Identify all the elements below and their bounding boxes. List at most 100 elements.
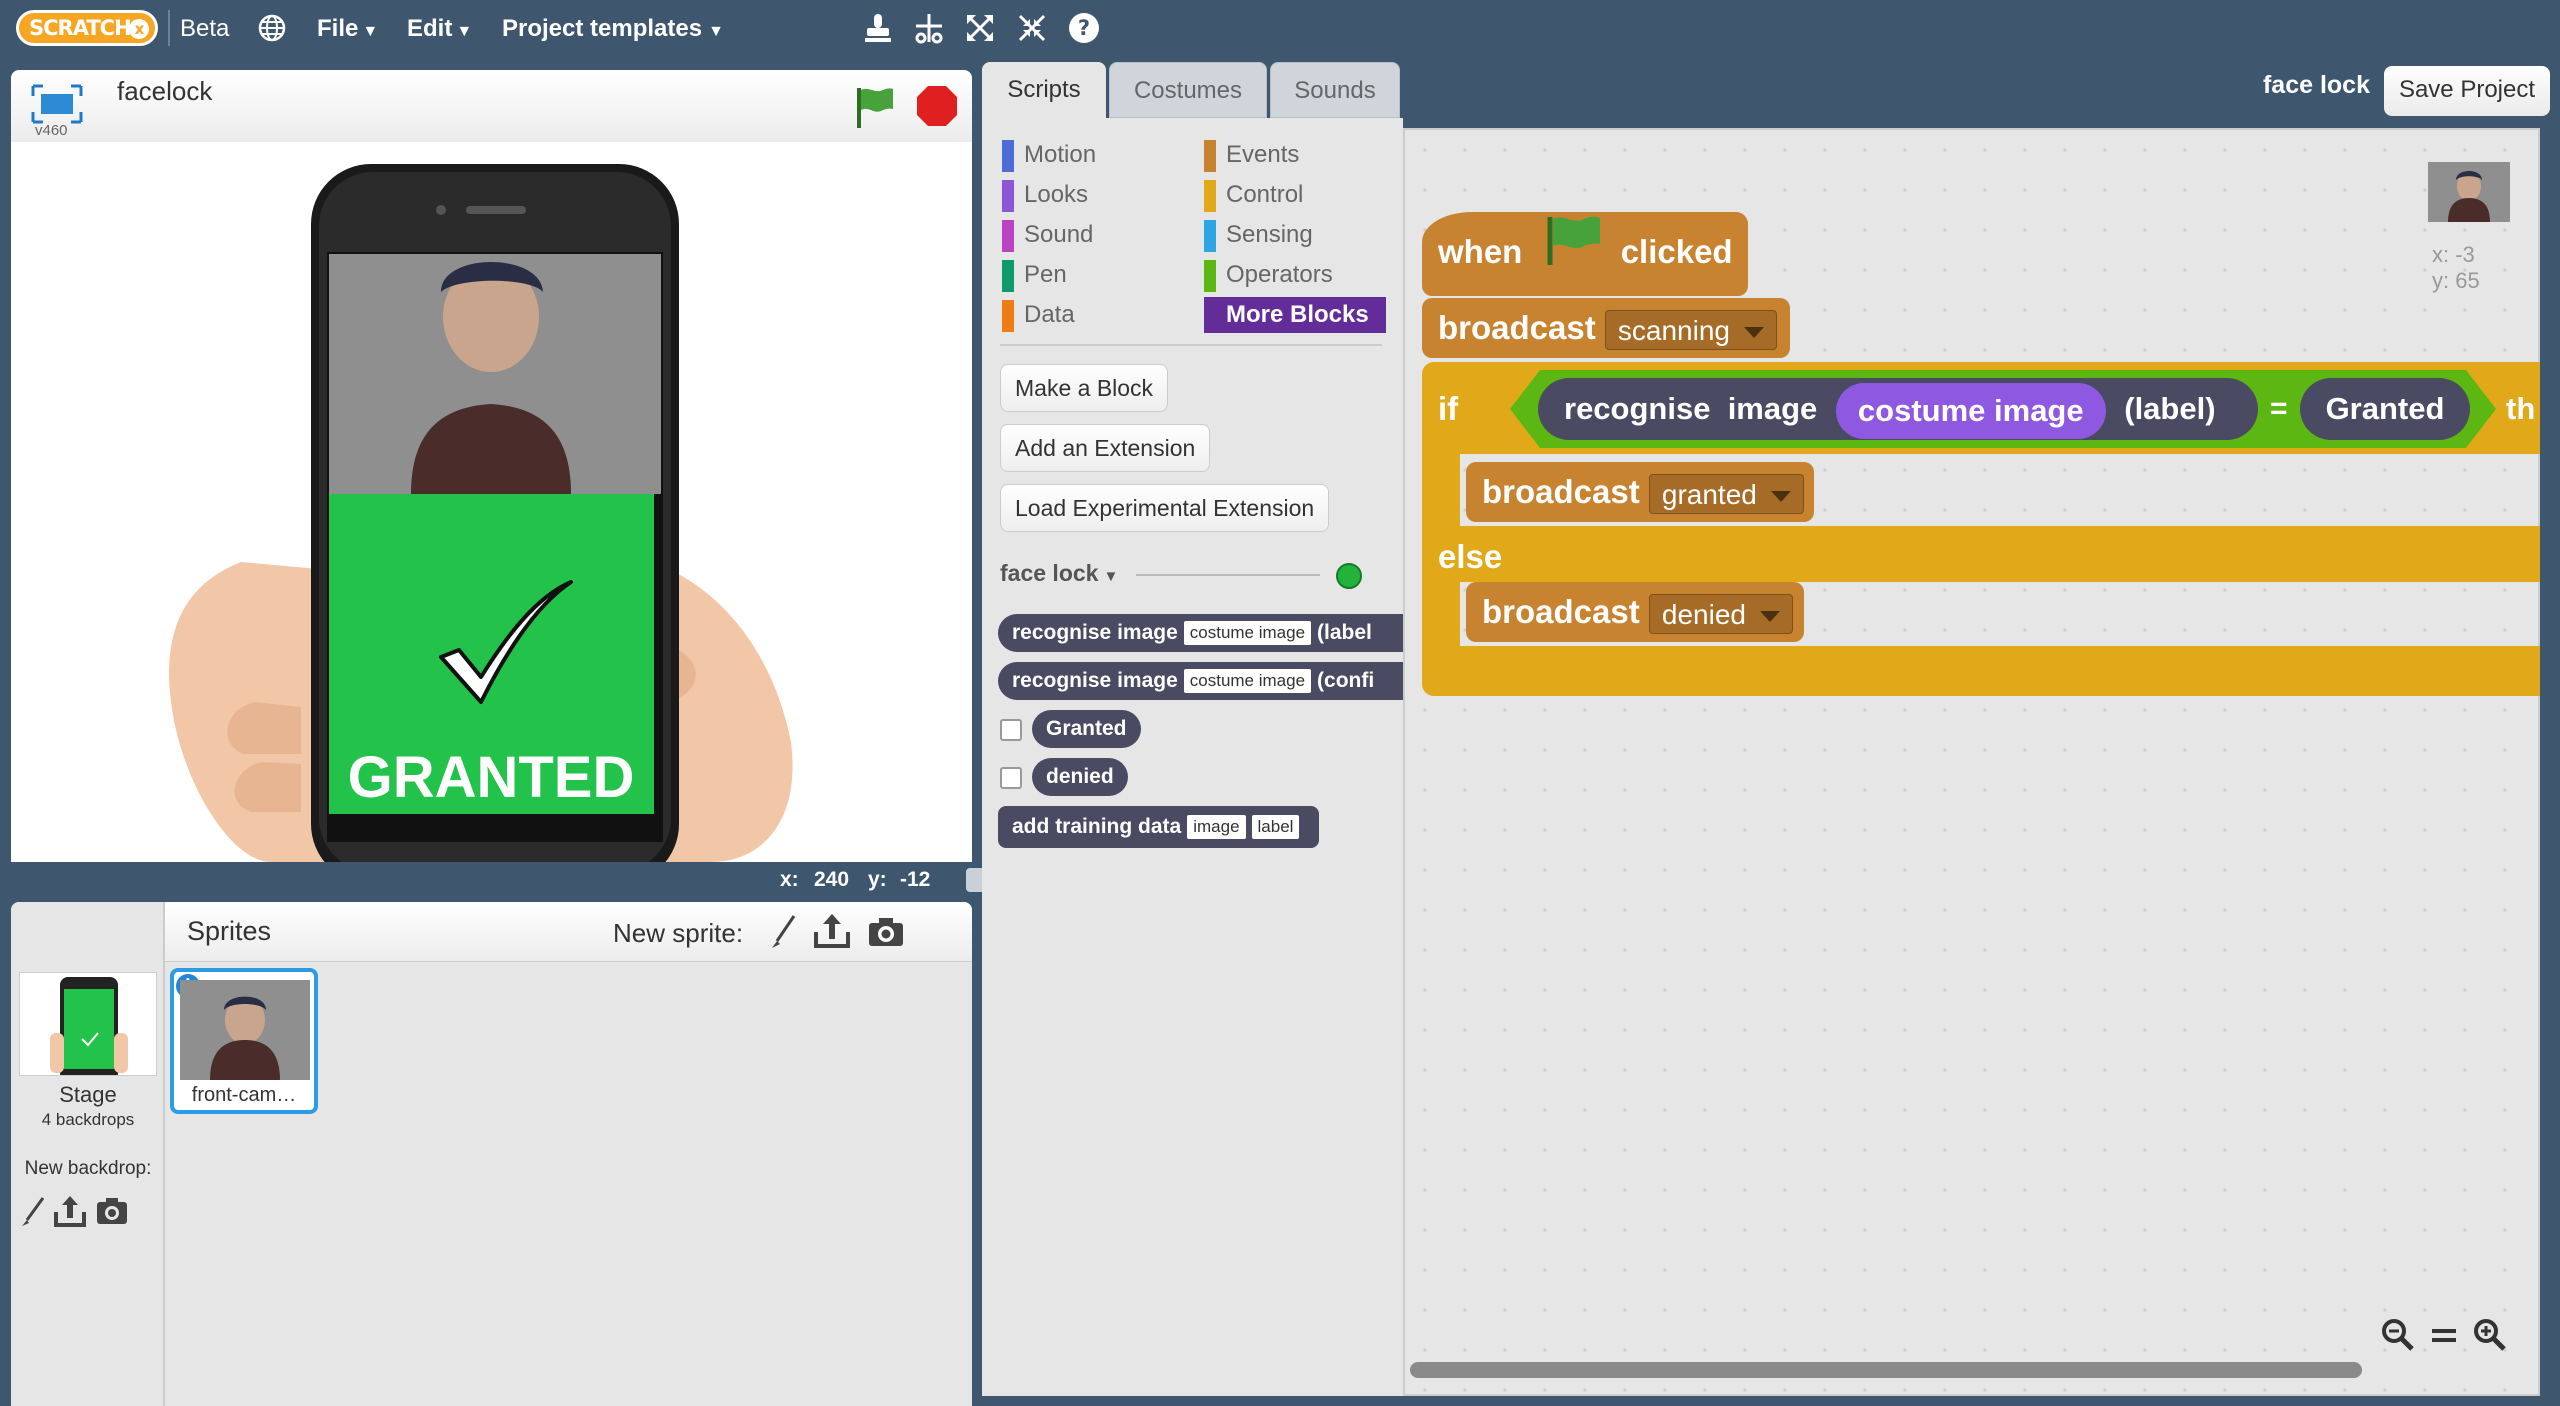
sprite-thumbnail <box>180 980 310 1080</box>
current-sprite-thumbnail <box>2428 162 2510 222</box>
presentation-mode-icon[interactable] <box>31 84 83 124</box>
stage-canvas[interactable]: GRANTED <box>11 142 972 862</box>
looks-color-bar <box>1002 180 1014 212</box>
tab-costumes[interactable]: Costumes <box>1109 62 1267 118</box>
category-sound[interactable]: Sound <box>1002 217 1093 253</box>
palette-granted-reporter[interactable]: Granted <box>1032 710 1141 748</box>
stop-sign-icon[interactable] <box>915 84 959 128</box>
training-label-slot[interactable]: label <box>1251 815 1300 840</box>
scratchx-logo[interactable]: SCRATCH x <box>16 10 158 46</box>
stage-collapse-handle[interactable] <box>966 868 982 892</box>
if-else-block-else-row[interactable] <box>1422 526 2540 582</box>
sound-color-bar <box>1002 220 1014 252</box>
camera-sprite-icon[interactable] <box>867 916 905 948</box>
zoom-in-icon[interactable] <box>2470 1318 2510 1358</box>
sensing-color-bar <box>1204 220 1216 252</box>
if-else-block-arm-2 <box>1422 582 1460 650</box>
palette-add-training-data-block[interactable]: add training data image label <box>998 806 1320 848</box>
file-menu[interactable]: File ▼ <box>317 0 378 57</box>
if-keyword: if <box>1438 390 1459 427</box>
zoom-out-icon[interactable] <box>2378 1318 2418 1358</box>
phone-in-hand-image: GRANTED <box>169 164 793 862</box>
grow-icon[interactable] <box>960 0 1000 57</box>
project-templates-menu[interactable]: Project templates ▼ <box>502 0 724 57</box>
mouse-y-value: -12 <box>900 868 931 891</box>
costume-image-slot[interactable]: costume image <box>1183 621 1312 646</box>
beta-label: Beta <box>180 15 230 42</box>
palette-denied-reporter[interactable]: denied <box>1032 758 1128 796</box>
extension-divider <box>1136 574 1320 576</box>
category-more-blocks[interactable]: More Blocks <box>1204 297 1386 333</box>
hat-green-flag-icon <box>1542 213 1602 296</box>
project-title: facelock <box>117 76 213 106</box>
shrink-icon[interactable] <box>1012 0 1052 57</box>
camera-backdrop-icon[interactable] <box>95 1196 129 1226</box>
globe-icon[interactable] <box>252 0 292 57</box>
costume-image-slot-2[interactable]: costume image <box>1183 669 1312 694</box>
message-dropdown-scanning[interactable]: scanning <box>1604 310 1777 351</box>
category-sensing[interactable]: Sensing <box>1204 217 1313 253</box>
green-flag-icon[interactable] <box>851 84 897 130</box>
edit-menu-caret-icon: ▼ <box>456 23 473 40</box>
cut-scissors-icon[interactable] <box>909 0 949 57</box>
training-image-slot[interactable]: image <box>1187 815 1246 840</box>
palette-divider <box>1000 344 1382 346</box>
data-color-bar <box>1002 300 1014 332</box>
scripts-horizontal-scrollbar[interactable] <box>1410 1362 2362 1378</box>
category-data[interactable]: Data <box>1002 297 1075 333</box>
extension-status-indicator <box>1336 563 1362 589</box>
upload-sprite-icon[interactable] <box>813 912 851 950</box>
stage-backdrop-count: 4 backdrops <box>41 1110 135 1129</box>
upload-backdrop-icon[interactable] <box>53 1194 87 1228</box>
extension-name-dropdown[interactable]: face lock ▼ <box>1000 560 1118 587</box>
category-operators[interactable]: Operators <box>1204 257 1333 293</box>
tab-sounds[interactable]: Sounds <box>1270 62 1400 118</box>
edit-menu[interactable]: Edit ▼ <box>407 0 472 57</box>
save-project-button[interactable]: Save Project <box>2384 66 2550 116</box>
category-events[interactable]: Events <box>1204 137 1299 173</box>
stage-column: Stage 4 backdrops New backdrop: <box>11 902 165 1406</box>
load-experimental-extension-button[interactable]: Load Experimental Extension <box>1000 484 1330 532</box>
category-control[interactable]: Control <box>1204 177 1303 213</box>
sprite-y-position: y: 65 <box>2432 268 2480 293</box>
when-flag-clicked-hat-block[interactable]: when clicked <box>1422 212 1748 296</box>
palette-recognise-label-block[interactable]: recognise image costume image (label <box>998 614 1403 652</box>
tab-scripts[interactable]: Scripts <box>982 62 1106 118</box>
paint-sprite-brush-icon[interactable] <box>769 914 797 950</box>
control-color-bar <box>1204 180 1216 212</box>
help-icon[interactable]: ? <box>1064 0 1104 57</box>
granted-reporter[interactable]: Granted <box>2300 378 2470 440</box>
palette-recognise-confidence-block[interactable]: recognise image costume image (confi <box>998 662 1403 700</box>
message-dropdown-denied[interactable]: denied <box>1648 594 1793 635</box>
scanning-caret-icon <box>1743 327 1764 339</box>
costume-image-reporter[interactable]: costume image <box>1835 382 2106 439</box>
templates-caret-icon: ▼ <box>708 23 724 40</box>
file-menu-caret-icon: ▼ <box>362 23 379 40</box>
message-dropdown-granted[interactable]: granted <box>1648 474 1804 515</box>
duplicate-stamp-icon[interactable] <box>858 0 898 57</box>
equals-boolean-block[interactable]: recognise image costume image (label) = … <box>1510 370 2496 448</box>
category-looks[interactable]: Looks <box>1002 177 1088 213</box>
sprite-tile-front-cam[interactable]: i front-cam… <box>170 968 318 1114</box>
events-color-bar <box>1204 140 1216 172</box>
category-pen[interactable]: Pen <box>1002 257 1067 293</box>
recognise-image-label-reporter[interactable]: recognise image costume image (label) <box>1538 378 2258 440</box>
mouse-y-label: y: <box>868 868 887 891</box>
granted-checkbox[interactable] <box>1000 719 1022 741</box>
broadcast-scanning-block[interactable]: broadcast scanning <box>1422 298 1790 358</box>
motion-color-bar <box>1002 140 1014 172</box>
stage-thumbnail[interactable] <box>19 972 157 1076</box>
broadcast-granted-block[interactable]: broadcast granted <box>1466 462 1814 522</box>
stage-label: Stage <box>59 1082 117 1107</box>
mouse-x-value: 240 <box>814 868 850 891</box>
add-extension-button[interactable]: Add an Extension <box>1000 424 1211 472</box>
zoom-reset-icon[interactable] <box>2424 1318 2464 1358</box>
category-motion[interactable]: Motion <box>1002 137 1096 173</box>
denied-checkbox[interactable] <box>1000 767 1022 789</box>
broadcast-denied-block[interactable]: broadcast denied <box>1466 582 1804 642</box>
granted-caret-icon <box>1770 491 1791 503</box>
make-a-block-button[interactable]: Make a Block <box>1000 364 1169 412</box>
new-sprite-label: New sprite: <box>613 918 744 948</box>
denied-caret-icon <box>1759 611 1780 623</box>
paint-backdrop-brush-icon[interactable] <box>19 1196 47 1228</box>
